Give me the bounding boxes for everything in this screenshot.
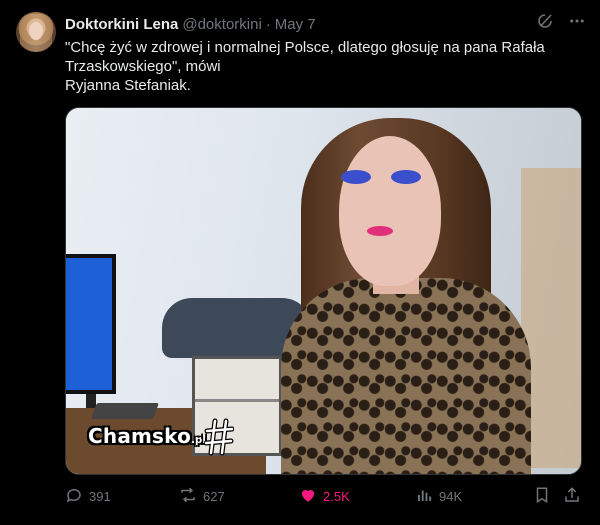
monitor xyxy=(66,254,116,394)
person xyxy=(261,108,551,474)
views-button[interactable]: 94K xyxy=(415,486,462,507)
tweet-text-line: "Chcę żyć w zdrowej i normalnej Polsce, … xyxy=(65,39,545,56)
watermark-text: Chamsko xyxy=(88,424,192,448)
top-icons xyxy=(536,12,586,30)
reply-count: 391 xyxy=(89,489,111,504)
tweet-header: Doktorkini Lena @doktorkini · May 7 xyxy=(65,14,316,34)
bookmark-button[interactable] xyxy=(533,486,551,507)
more-icon[interactable] xyxy=(568,12,586,30)
hash-icon xyxy=(204,418,234,456)
separator: · xyxy=(265,15,271,33)
author-handle[interactable]: @doktorkini xyxy=(182,16,261,33)
repost-count: 627 xyxy=(203,489,225,504)
watermark: Chamsko.pl xyxy=(88,424,206,448)
author-name[interactable]: Doktorkini Lena xyxy=(65,16,178,33)
reply-button[interactable]: 391 xyxy=(65,486,111,507)
tweet-actions: 391 627 2.5K 94K xyxy=(65,486,580,508)
tweet-date[interactable]: May 7 xyxy=(275,16,316,33)
grok-icon[interactable] xyxy=(536,12,554,30)
views-icon xyxy=(415,486,433,507)
like-button[interactable]: 2.5K xyxy=(299,486,350,507)
repost-button[interactable]: 627 xyxy=(179,486,225,507)
heart-icon xyxy=(299,486,317,507)
tweet-text-line: Trzaskowskiego", mówi xyxy=(65,58,221,75)
like-count: 2.5K xyxy=(323,489,350,504)
tweet-media[interactable]: Chamsko.pl xyxy=(65,107,582,475)
tweet-text: "Chcę żyć w zdrowej i normalnej Polsce, … xyxy=(65,38,575,95)
bookmark-icon xyxy=(533,486,551,507)
tweet-text-line: Ryjanna Stefaniak. xyxy=(65,77,191,94)
tweet: Doktorkini Lena @doktorkini · May 7 "Chc… xyxy=(0,0,600,525)
share-button[interactable] xyxy=(563,486,581,507)
reply-icon xyxy=(65,486,83,507)
repost-icon xyxy=(179,486,197,507)
share-icon xyxy=(563,486,581,507)
avatar[interactable] xyxy=(16,12,56,52)
views-count: 94K xyxy=(439,489,463,504)
